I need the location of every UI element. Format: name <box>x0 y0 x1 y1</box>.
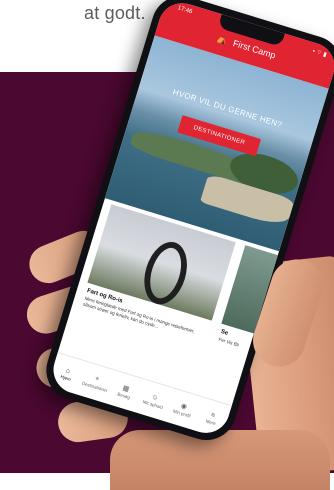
tab-home[interactable]: ⌂ Hjem <box>52 363 83 384</box>
tab-profile[interactable]: ◉ Min profil <box>168 398 199 420</box>
tab-visit[interactable]: ▦ Besøg <box>110 381 141 403</box>
tab-stay[interactable]: ☺ Mit ophold <box>139 390 170 411</box>
status-time: 17:46 <box>176 5 193 16</box>
tab-more[interactable]: ≡ Mere <box>197 408 228 429</box>
tent-icon: ⛺ <box>215 33 230 47</box>
inner-tube-shape <box>137 236 195 310</box>
status-icons: ▪ ⌔ ▮ <box>311 48 328 59</box>
top-text: at godt. <box>84 3 146 23</box>
hand-wrist <box>110 430 330 490</box>
tab-destinations[interactable]: ⌖ Destinationer <box>81 372 112 394</box>
